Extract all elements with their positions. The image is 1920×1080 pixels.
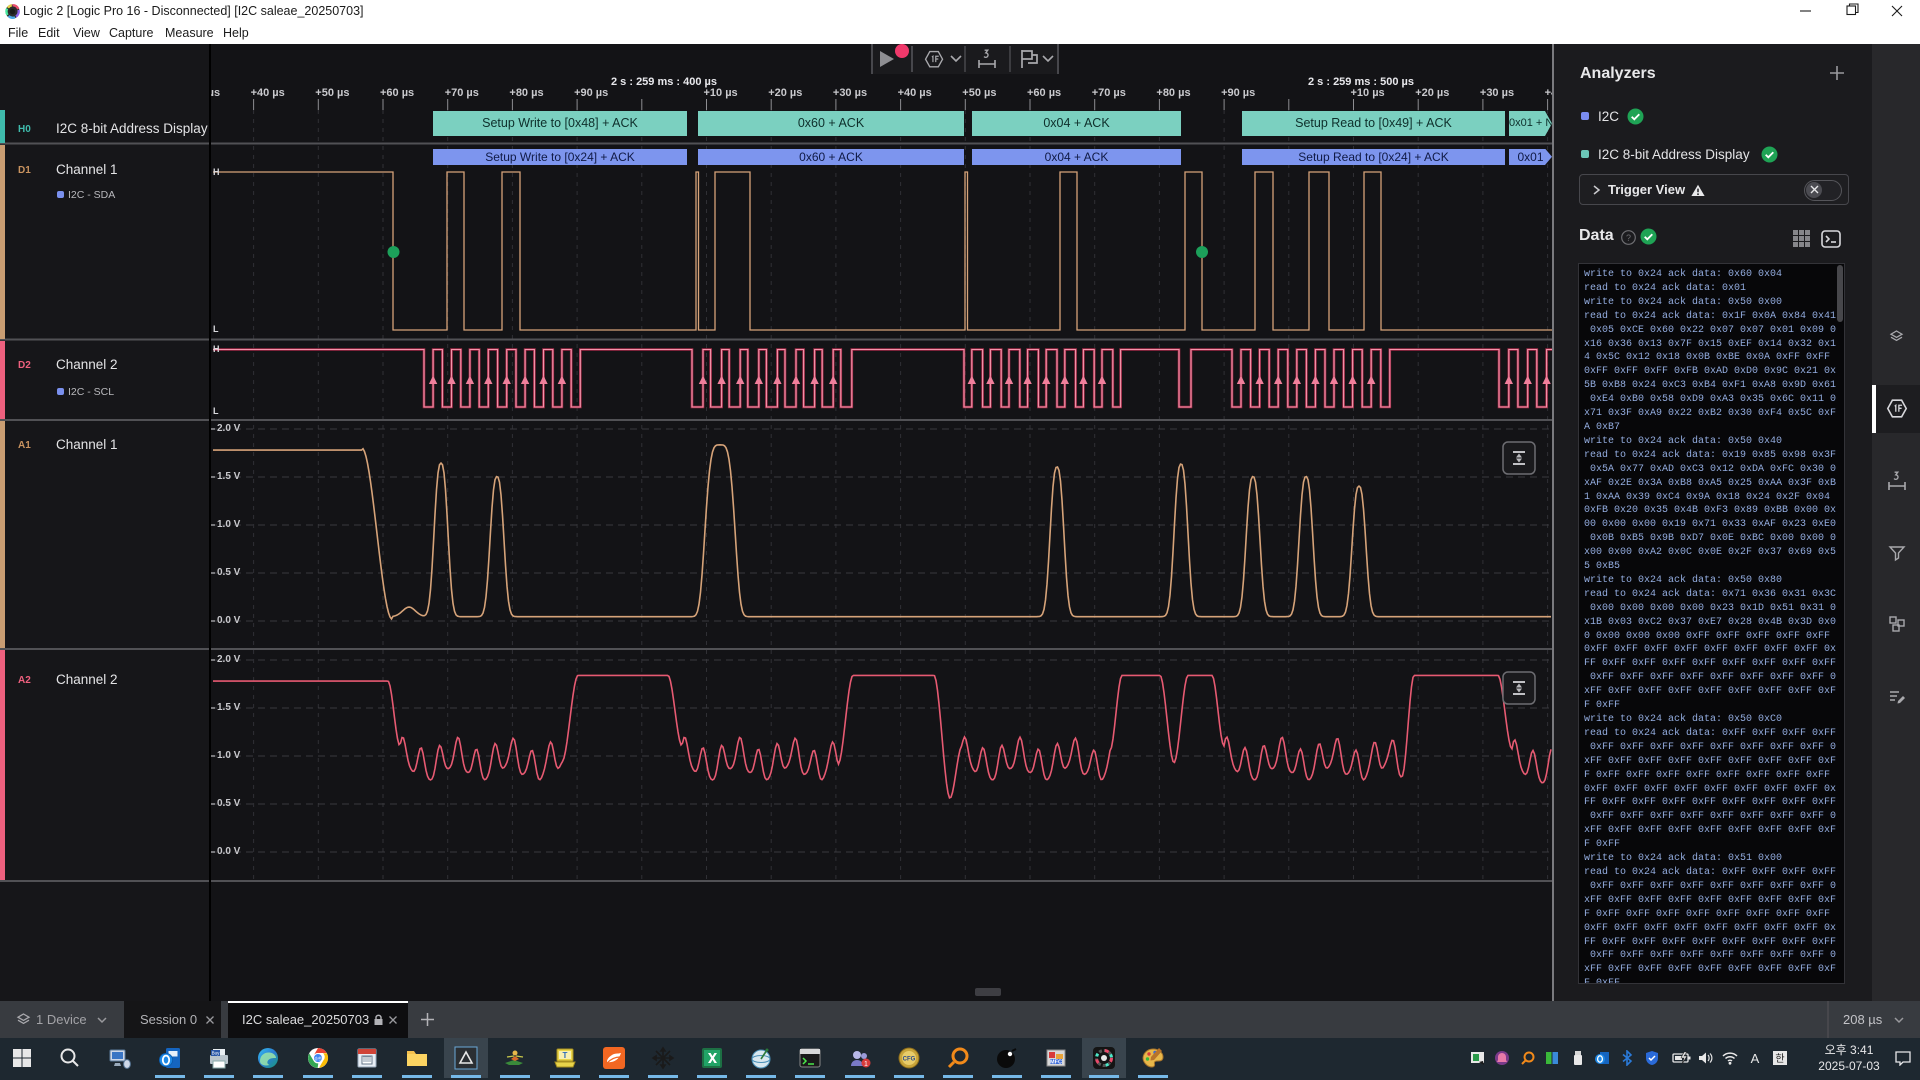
svg-text:CFG: CFG xyxy=(903,1057,916,1063)
svg-text:Buy: Buy xyxy=(212,1051,221,1056)
svg-text:?: ? xyxy=(1626,233,1631,243)
svg-text:숭현: 숭현 xyxy=(314,1055,322,1061)
svg-text:한: 한 xyxy=(1775,1053,1784,1065)
svg-text:T: T xyxy=(563,1051,568,1060)
svg-text:MFC: MFC xyxy=(1050,1059,1062,1065)
svg-text:A: A xyxy=(1751,1051,1760,1066)
svg-text:1: 1 xyxy=(864,1061,868,1068)
